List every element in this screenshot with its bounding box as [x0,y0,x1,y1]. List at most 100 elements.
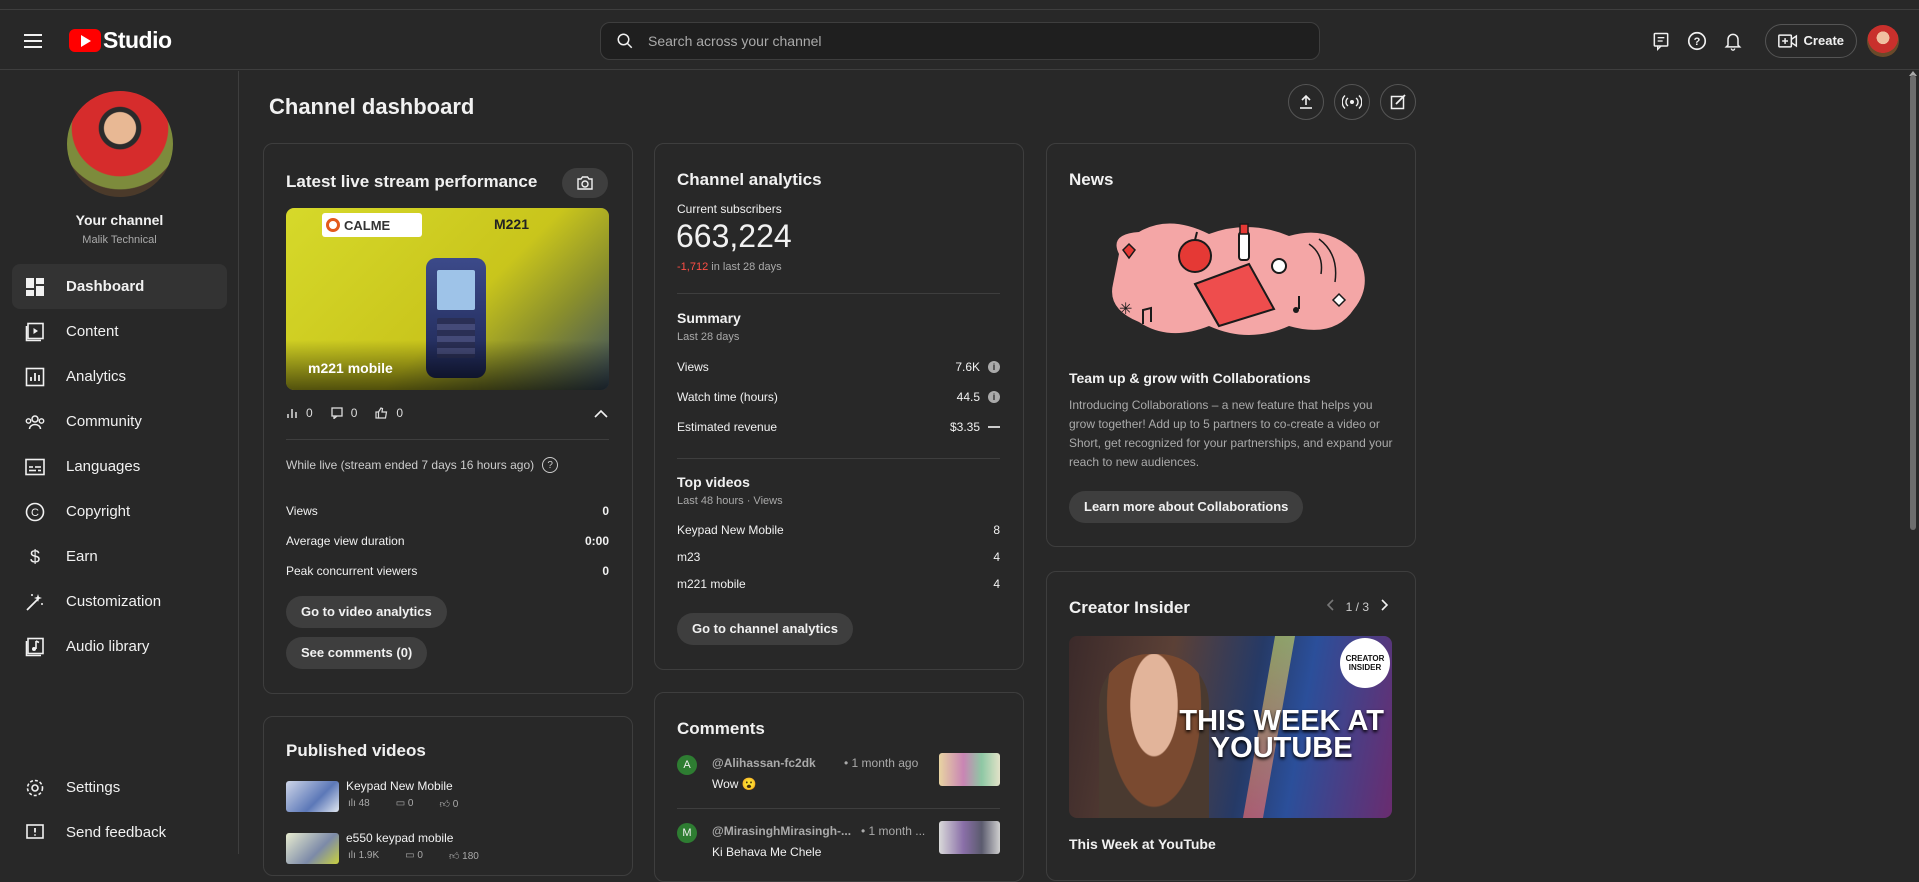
sidebar-item-settings[interactable]: Settings [12,765,227,810]
search-bar[interactable] [600,22,1320,60]
collaborations-illustration: ✳ [1112,223,1365,335]
studio-logo[interactable]: Studio [69,27,172,54]
sidebar-item-send-feedback[interactable]: Send feedback [12,810,227,855]
sidebar-item-label: Content [66,323,119,340]
messages-icon[interactable] [1643,23,1679,59]
svg-text:C: C [31,507,39,519]
video-likes: 👍︎ 0 [439,799,459,810]
comment-text: Ki Behava Me Chele [712,845,822,859]
live-thumbnail[interactable]: CALME M221 m221 mobile [286,208,609,390]
community-icon [24,411,46,433]
gear-icon [24,777,46,799]
info-icon[interactable]: i [988,361,1000,373]
go-live-button[interactable] [1334,84,1370,120]
top-video-title: m23 [677,549,701,564]
video-title: Keypad New Mobile [346,779,453,793]
stat-label: Views [286,504,318,518]
summary-value-wrap: $3.35 [950,420,1000,434]
summary-row-revenue: Estimated revenue $3.35 [677,412,1000,442]
insider-video-title: This Week at YouTube [1069,836,1216,852]
video-analytics-button[interactable]: Go to video analytics [286,596,447,628]
sidebar-item-label: Earn [66,548,98,565]
analytics-divider [677,293,1000,294]
comments-metric: 0 [331,406,357,420]
sidebar-item-customization[interactable]: Customization [12,579,227,624]
top-video-row[interactable]: m221 mobile 4 [677,570,1000,597]
upload-videos-button[interactable] [1288,84,1324,120]
sidebar-item-languages[interactable]: Languages [12,444,227,489]
create-label: Create [1803,33,1844,48]
sidebar-nav: Dashboard Content Analytics Community La… [12,264,227,669]
thumbnail-headline: THIS WEEK AT YOUTUBE [1179,705,1384,764]
content-icon [24,321,46,343]
stat-label: Peak concurrent viewers [286,564,418,578]
help-icon[interactable]: ? [1679,23,1715,59]
sidebar-item-content[interactable]: Content [12,309,227,354]
notifications-bell-icon[interactable] [1715,23,1751,59]
sidebar-item-analytics[interactable]: Analytics [12,354,227,399]
channel-analytics-button[interactable]: Go to channel analytics [677,613,853,645]
collapse-chevron-icon[interactable] [594,406,608,424]
published-video-row[interactable]: e550 keypad mobile ılı 1.9K ▭ 0 👍︎ 180 [286,831,609,867]
page-scrollbar[interactable] [1910,75,1916,530]
channel-name: Malik Technical [82,234,157,246]
camera-icon [577,176,593,190]
see-comments-button[interactable]: See comments (0) [286,637,428,669]
insider-badge: CREATOR INSIDER [1340,638,1390,688]
sidebar-item-earn[interactable]: $ Earn [12,534,227,579]
comments-title: Comments [677,719,765,738]
comment-item[interactable]: M @MirasinghMirasingh-... • 1 month ... … [677,821,1000,881]
learn-more-collaborations-button[interactable]: Learn more about Collaborations [1069,491,1304,523]
create-button[interactable]: Create [1764,23,1857,58]
comment-item[interactable]: A @Alihassan-fc2dk • 1 month ago Wow 😮 [677,753,1000,813]
menu-icon[interactable] [22,30,48,52]
account-avatar[interactable] [1867,24,1899,57]
sidebar-item-community[interactable]: Community [12,399,227,444]
top-video-title: Keypad New Mobile [677,522,784,537]
published-video-row[interactable]: Keypad New Mobile ılı 48 ▭ 0 👍︎ 0 [286,779,609,815]
sidebar-item-label: Languages [66,458,141,475]
dashboard-icon [24,276,46,298]
views-bar-icon [287,409,297,418]
top-video-views: 8 [993,522,1000,537]
channel-avatar[interactable] [67,91,173,197]
insider-thumbnail[interactable]: CREATOR INSIDER THIS WEEK AT YOUTUBE [1069,636,1392,818]
live-icon [1342,94,1362,110]
analytics-divider [677,458,1000,459]
sidebar-item-label: Customization [66,593,162,610]
browser-top-strip [0,0,1919,10]
page-title: Channel dashboard [269,94,475,119]
stat-value: 0 [602,564,609,578]
audio-library-icon [24,636,46,658]
video-title: e550 keypad mobile [346,831,454,845]
pager-text: 1 / 3 [1345,599,1369,614]
camera-button[interactable] [562,168,608,198]
likes-count: 0 [396,406,404,420]
help-icon[interactable]: ? [542,457,559,473]
chevron-right-icon[interactable] [1381,599,1389,614]
top-video-row[interactable]: m23 4 [677,543,1000,570]
comment-author: @Alihassan-fc2dk [712,756,816,770]
sidebar-item-copyright[interactable]: C Copyright [12,489,227,534]
top-header: Studio ? Create [0,11,1919,70]
top-video-row[interactable]: Keypad New Mobile 8 [677,516,1000,543]
customization-icon [24,591,46,613]
stat-row-views: Views 0 [286,496,609,526]
search-input[interactable] [648,33,1248,49]
logo-text: Studio [103,27,172,53]
sidebar-item-dashboard[interactable]: Dashboard [12,264,227,309]
live-status-text: While live (stream ended 7 days 16 hours… [286,458,535,472]
info-icon[interactable]: i [988,391,1000,403]
search-icon [617,33,633,49]
sidebar-item-label: Audio library [66,638,150,655]
live-stats: Views 0 Average view duration 0:00 Peak … [286,496,609,586]
chevron-left-icon[interactable] [1326,599,1334,614]
sidebar-item-audio-library[interactable]: Audio library [12,624,227,669]
comment-time: • 1 month ... [861,824,926,838]
create-post-button[interactable] [1380,84,1416,120]
thumbnail-brand-bar: CALME [322,213,422,237]
summary-value: 7.6K [955,360,980,374]
stat-value: 0 [602,504,609,518]
video-stats: ılı 1.9K ▭ 0 👍︎ 180 [348,850,479,862]
live-stream-card: Latest live stream performance CALME M22… [263,143,633,694]
